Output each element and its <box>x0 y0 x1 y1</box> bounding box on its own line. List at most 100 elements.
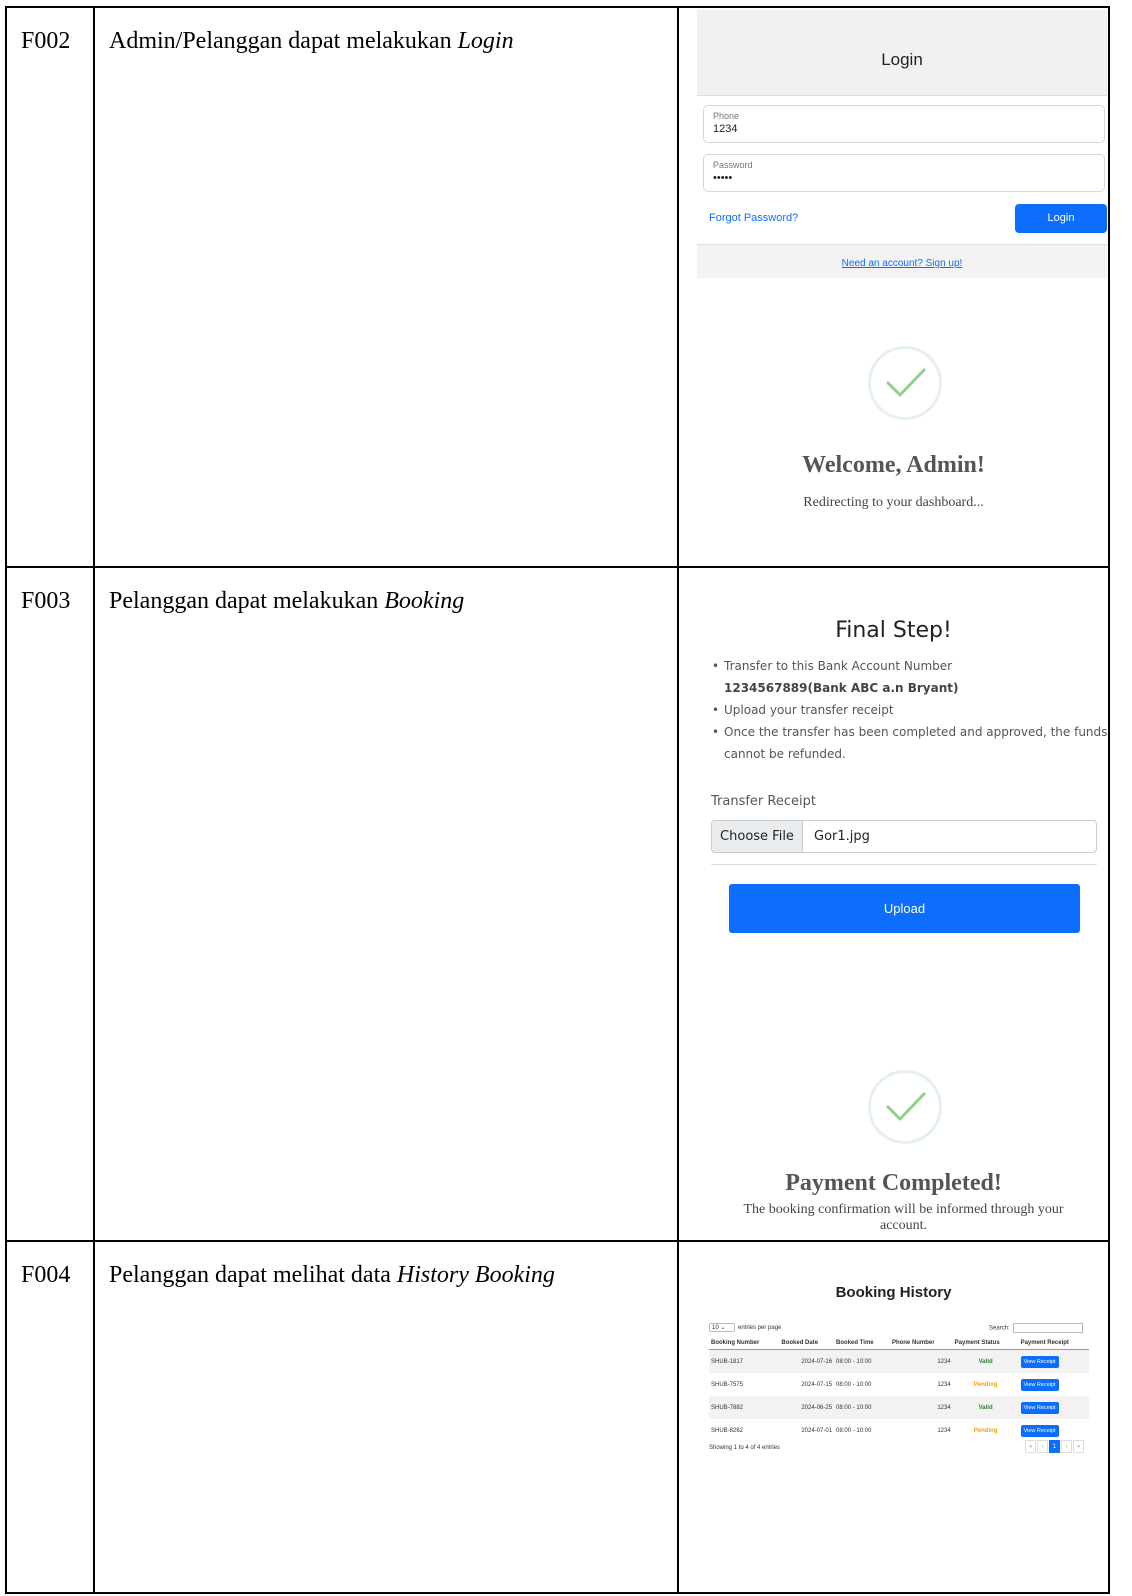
search-input[interactable] <box>1012 1323 1083 1333</box>
col-booked-time[interactable]: Booked Time <box>834 1337 890 1350</box>
col-phone-number[interactable]: Phone Number <box>889 1337 953 1350</box>
booked-time: 08:00 - 10:00 <box>836 1427 872 1434</box>
phone-label: Phone <box>713 111 740 121</box>
feature-description: Admin/Pelanggan dapat melakukan Login <box>109 28 514 55</box>
login-card-footer: Need an account? Sign up! <box>697 244 1107 278</box>
prev-page-button[interactable]: ‹ <box>1037 1440 1048 1453</box>
upload-button[interactable]: Upload <box>729 884 1080 933</box>
history-screenshot: Booking History 10 ⌄ entries per page Sea… <box>679 1242 1108 1594</box>
description-text: Admin/Pelanggan dapat melakukan <box>109 28 458 54</box>
booked-date: 2024-07-16 <box>779 1349 835 1373</box>
feature-id: F004 <box>21 1262 71 1288</box>
choose-file-button[interactable]: Choose File <box>712 821 803 852</box>
receipt-cell: View Receipt <box>1019 1419 1089 1442</box>
description-italic: Login <box>457 28 514 54</box>
entries-select[interactable]: 10 ⌄ <box>709 1323 735 1332</box>
description-cell: Pelanggan dapat melakukan Booking <box>95 568 679 1240</box>
col-payment-status[interactable]: Payment Status <box>952 1337 1019 1350</box>
booked-time: 08:00 - 10:00 <box>834 1349 890 1373</box>
payment-status: Valid <box>952 1396 1019 1419</box>
password-field[interactable]: Password ••••• <box>703 154 1105 192</box>
view-receipt-button[interactable]: View Receipt <box>1020 1378 1059 1391</box>
login-card-header: Login <box>697 10 1107 96</box>
first-page-button[interactable]: « <box>1025 1440 1036 1453</box>
table-row: F004 Pelanggan dapat melihat data Histor… <box>7 1242 1108 1594</box>
view-receipt-button[interactable]: View Receipt <box>1020 1355 1059 1368</box>
description-italic: Booking <box>384 588 465 614</box>
phone-field[interactable]: Phone 1234 <box>703 105 1105 143</box>
file-name: Gor1.jpg <box>814 829 870 844</box>
last-page-button[interactable]: » <box>1073 1440 1084 1453</box>
entries-length-control: 10 ⌄ entries per page <box>709 1323 781 1332</box>
view-receipt-button[interactable]: View Receipt <box>1020 1424 1059 1437</box>
col-payment-receipt[interactable]: Payment Receipt <box>1018 1337 1089 1350</box>
instruction-text: Transfer to this Bank Account Number <box>724 659 953 673</box>
booking-screenshot: Final Step! Transfer to this Bank Accoun… <box>679 568 1108 1240</box>
instructions-list: Transfer to this Bank Account Number 1234… <box>712 655 1108 765</box>
pagination: « ‹ 1 › » <box>1025 1440 1084 1454</box>
forgot-password-link[interactable]: Forgot Password? <box>709 212 798 224</box>
payment-status: Pending <box>973 1427 998 1434</box>
list-item: Upload your transfer receipt <box>712 699 1108 721</box>
payment-status: Pending <box>973 1381 998 1388</box>
table-row: SHUB-7882 2024-06-25 08:00 - 10:00 1234 … <box>709 1396 1089 1419</box>
view-receipt-button[interactable]: View Receipt <box>1020 1401 1059 1414</box>
history-table: Booking Number Booked Date Booked Time P… <box>709 1337 1089 1442</box>
col-booked-date[interactable]: Booked Date <box>779 1337 835 1350</box>
table-row: F003 Pelanggan dapat melakukan Booking F… <box>7 568 1108 1242</box>
success-check-icon <box>868 1070 942 1144</box>
welcome-subtitle: Redirecting to your dashboard... <box>803 495 984 510</box>
booked-time: 08:00 - 10:00 <box>836 1381 872 1388</box>
phone-value: 1234 <box>713 123 738 135</box>
search-control: Search: <box>989 1323 1083 1333</box>
id-cell: F004 <box>7 1242 95 1594</box>
booking-number: SHUB-7575 <box>711 1381 744 1388</box>
phone-number: 1234 <box>889 1396 953 1419</box>
description-cell: Admin/Pelanggan dapat melakukan Login <box>95 8 679 566</box>
receipt-cell: View Receipt <box>1019 1373 1089 1396</box>
receipt-cell: View Receipt <box>1018 1349 1089 1373</box>
list-item: Once the transfer has been completed and… <box>712 721 1108 765</box>
phone-number: 1234 <box>889 1349 953 1373</box>
next-page-button[interactable]: › <box>1061 1440 1072 1453</box>
phone-number: 1234 <box>937 1381 951 1388</box>
login-title: Login <box>881 50 923 69</box>
id-cell: F002 <box>7 8 95 566</box>
booked-date: 2024-07-15 <box>801 1381 833 1388</box>
payment-subtitle: The booking confirmation will be informe… <box>743 1202 1064 1233</box>
bank-account-number: 1234567889(Bank ABC a.n Bryant) <box>724 681 959 695</box>
divider <box>711 864 1097 865</box>
feature-id: F003 <box>21 588 71 614</box>
table-info: Showing 1 to 4 of 4 entries <box>709 1445 781 1451</box>
phone-number: 1234 <box>937 1427 951 1434</box>
col-booking-number[interactable]: Booking Number <box>709 1337 780 1350</box>
feature-table: F002 Admin/Pelanggan dapat melakukan Log… <box>5 6 1110 1594</box>
description-text: Pelanggan dapat melihat data <box>109 1262 397 1288</box>
welcome-title: Welcome, Admin! <box>802 452 985 478</box>
description-cell: Pelanggan dapat melihat data History Boo… <box>95 1242 679 1594</box>
success-check-icon <box>868 346 942 420</box>
list-item: Transfer to this Bank Account Number 1234… <box>712 655 1108 699</box>
booking-number: SHUB-7882 <box>709 1396 780 1419</box>
entries-label: entries per page <box>738 1325 782 1332</box>
feature-description: Pelanggan dapat melakukan Booking <box>109 588 464 615</box>
login-button[interactable]: Login <box>1015 204 1107 233</box>
password-label: Password <box>713 160 753 170</box>
payment-status: Valid <box>952 1349 1019 1373</box>
booking-number: SHUB-8262 <box>711 1427 744 1434</box>
table-row: SHUB-1817 2024-07-16 08:00 - 10:00 1234 … <box>709 1349 1089 1373</box>
table-row: F002 Admin/Pelanggan dapat melakukan Log… <box>7 8 1108 568</box>
password-value: ••••• <box>713 172 733 184</box>
receipt-cell: View Receipt <box>1018 1396 1089 1419</box>
description-italic: History Booking <box>396 1262 555 1288</box>
signup-link[interactable]: Need an account? Sign up! <box>697 258 1107 269</box>
payment-title: Payment Completed! <box>785 1170 1002 1196</box>
entries-value: 10 <box>712 1325 719 1331</box>
search-label: Search: <box>989 1325 1010 1332</box>
page-1-button[interactable]: 1 <box>1049 1440 1060 1453</box>
file-input[interactable]: Choose File Gor1.jpg <box>711 820 1097 853</box>
feature-id: F002 <box>21 28 71 54</box>
description-text: Pelanggan dapat melakukan <box>109 588 385 614</box>
final-step-title: Final Step! <box>835 618 952 643</box>
booked-date: 2024-06-25 <box>779 1396 835 1419</box>
